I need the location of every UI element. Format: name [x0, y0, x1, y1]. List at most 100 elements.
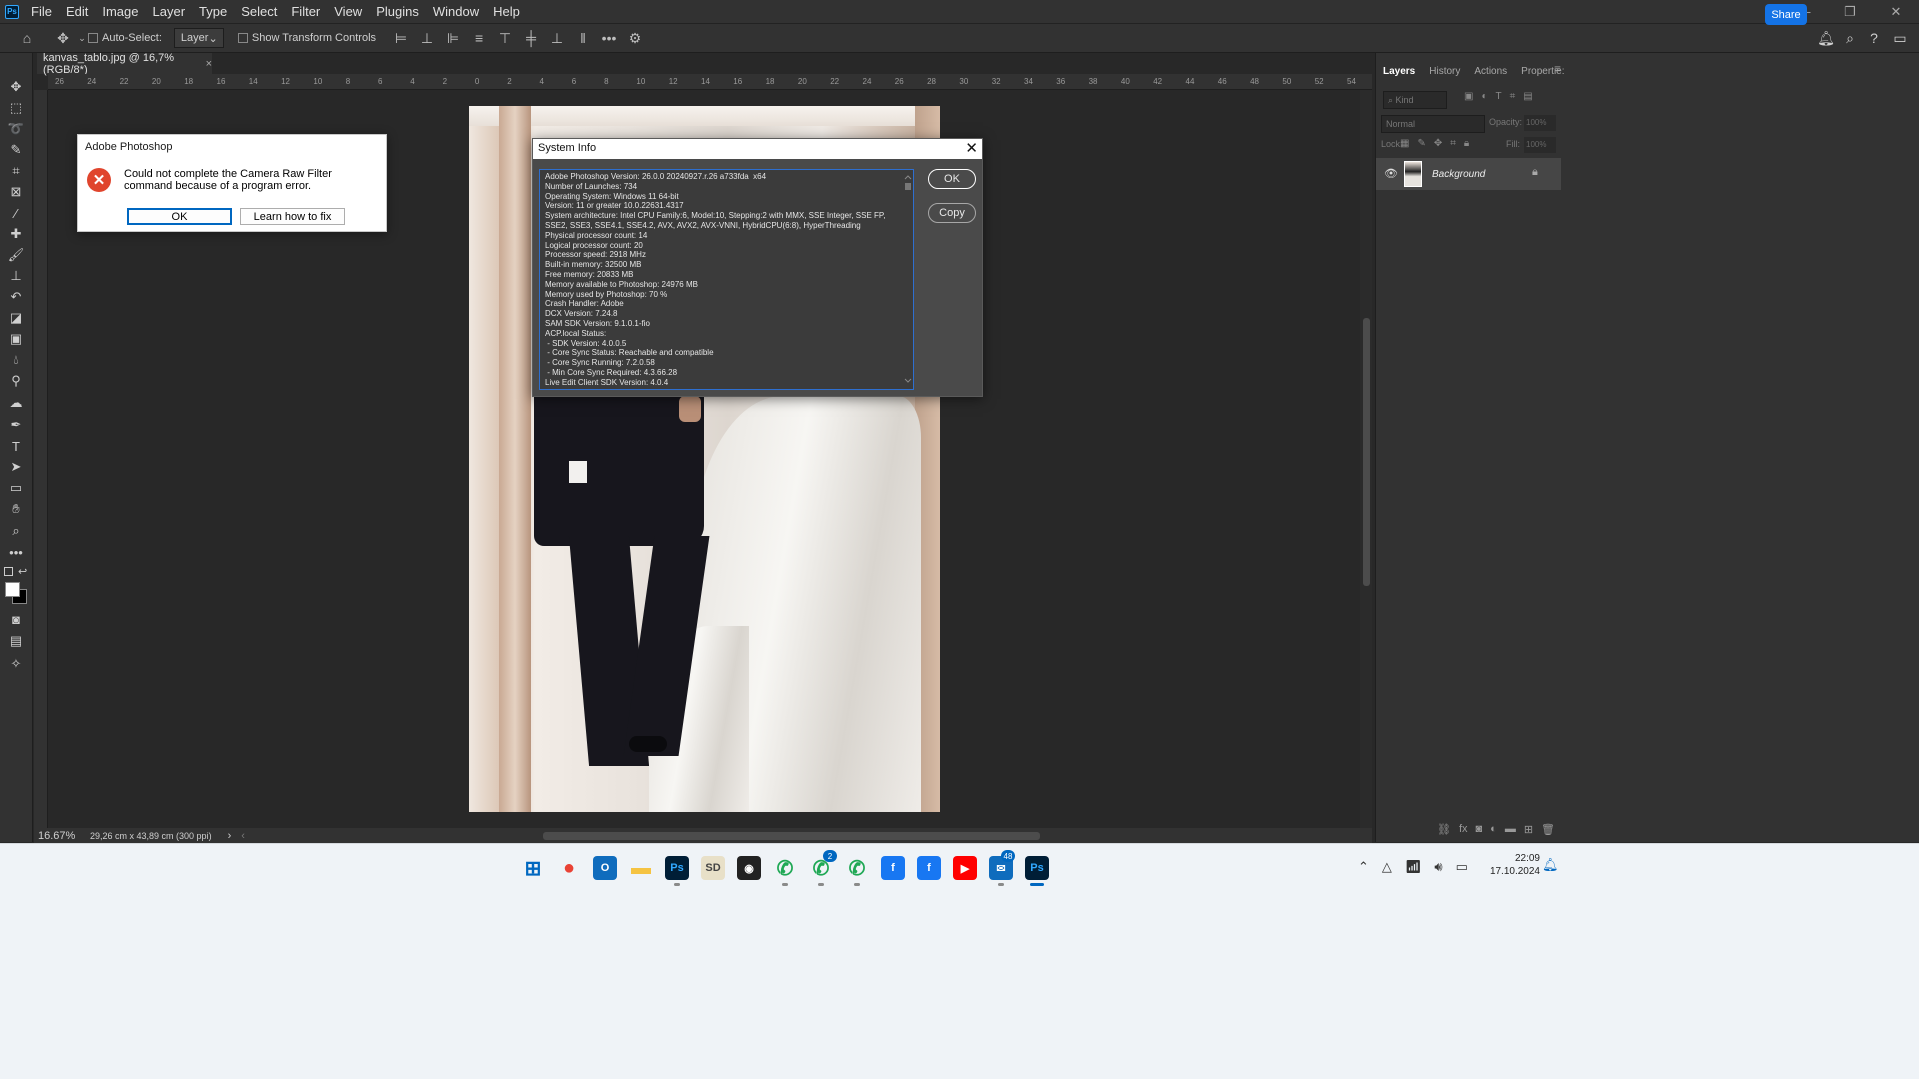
menu-filter[interactable]: Filter: [284, 0, 327, 23]
layer-row-background[interactable]: 👁︎ Background 🔒︎: [1376, 158, 1561, 190]
taskbar-davinci-icon[interactable]: ◉: [737, 856, 761, 880]
more-tools-icon[interactable]: •••: [5, 542, 27, 562]
horizontal-scroll-thumb[interactable]: [543, 832, 1040, 840]
history-brush-icon[interactable]: ↶: [5, 287, 27, 307]
menu-edit[interactable]: Edit: [59, 0, 95, 23]
tab-actions[interactable]: Actions: [1467, 62, 1514, 82]
menu-plugins[interactable]: Plugins: [369, 0, 426, 23]
healing-brush-icon[interactable]: ✚: [5, 224, 27, 244]
align-top-icon[interactable]: ⊤: [492, 26, 518, 50]
folder-icon[interactable]: ▬: [1505, 823, 1516, 841]
show-transform-checkbox[interactable]: Show Transform Controls: [237, 32, 376, 44]
menu-window[interactable]: Window: [426, 0, 486, 23]
taskbar-youtube-icon[interactable]: ▶: [953, 856, 977, 880]
layer-filter-icons[interactable]: ▣◐T⌗▤: [1464, 91, 1541, 102]
marquee-tool-icon[interactable]: ⬚: [5, 98, 27, 118]
menu-view[interactable]: View: [327, 0, 369, 23]
chevron-up-icon[interactable]: ⌃: [1358, 859, 1369, 875]
zoom-level[interactable]: 16.67%: [38, 830, 88, 842]
blur-tool-icon[interactable]: 💧︎: [5, 350, 27, 370]
align-middle-icon[interactable]: ╪: [518, 26, 544, 50]
vertical-scroll-thumb[interactable]: [1363, 318, 1370, 586]
distribute-vertical-icon[interactable]: ‖: [570, 26, 596, 50]
menu-layer[interactable]: Layer: [146, 0, 193, 23]
restore-icon[interactable]: ❐: [1827, 0, 1873, 23]
taskbar-facebook-2-icon[interactable]: f: [917, 856, 941, 880]
drive-icon[interactable]: △: [1382, 859, 1392, 875]
menu-file[interactable]: File: [24, 0, 59, 23]
notification-bell-icon[interactable]: 🔔︎: [1542, 857, 1559, 873]
gradient-tool-icon[interactable]: ▣: [5, 329, 27, 349]
gear-icon[interactable]: ⚙: [622, 26, 648, 50]
layer-filter-dropdown[interactable]: ⌕ Kind: [1383, 91, 1447, 109]
path-select-icon[interactable]: ➤: [5, 457, 27, 477]
system-info-ok-button[interactable]: OK: [928, 169, 976, 189]
generative-icon[interactable]: ✧: [5, 654, 27, 674]
close-icon[interactable]: ✕: [965, 139, 978, 157]
stamp-tool-icon[interactable]: ⊥: [5, 266, 27, 286]
taskbar-photoshop-icon[interactable]: Ps: [665, 856, 689, 880]
swap-colors-icon[interactable]: ↩: [18, 565, 27, 578]
copy-button[interactable]: Copy: [928, 203, 976, 223]
taskbar-chrome-icon[interactable]: ●: [557, 856, 581, 880]
help-icon[interactable]: ?: [1863, 27, 1885, 49]
fx-icon[interactable]: fx: [1459, 823, 1468, 841]
panel-menu-icon[interactable]: ≡: [1555, 64, 1561, 75]
blend-mode-dropdown[interactable]: Normal: [1381, 115, 1485, 133]
close-icon[interactable]: ×: [206, 58, 212, 70]
move-tool-icon[interactable]: ✥: [5, 77, 27, 97]
lock-icon[interactable]: 🔒︎: [1532, 166, 1538, 179]
align-left-icon[interactable]: ⊨: [388, 26, 414, 50]
search-icon[interactable]: ⌕: [1839, 27, 1861, 49]
default-colors-icon[interactable]: [4, 567, 13, 576]
eraser-tool-icon[interactable]: ◪: [5, 308, 27, 328]
more-options-icon[interactable]: •••: [596, 26, 622, 50]
bell-icon[interactable]: 🔔︎: [1815, 27, 1837, 49]
error-ok-button[interactable]: OK: [127, 208, 232, 225]
workspace-icon[interactable]: ▭: [1889, 27, 1911, 49]
fill-field[interactable]: 100%: [1524, 137, 1556, 153]
align-right-icon[interactable]: ⊫: [440, 26, 466, 50]
trash-icon[interactable]: 🗑︎: [1541, 823, 1555, 841]
eye-icon[interactable]: 👁︎: [1384, 167, 1398, 180]
quick-select-tool-icon[interactable]: ✎: [5, 140, 27, 160]
zoom-tool-icon[interactable]: ⌕: [5, 521, 27, 541]
eyedropper-tool-icon[interactable]: ⁄: [5, 203, 27, 223]
brush-tool-icon[interactable]: 🖌︎: [5, 245, 27, 265]
taskbar-whatsapp-3-icon[interactable]: ✆: [845, 856, 869, 880]
link-icon[interactable]: ⛓: [1437, 823, 1451, 841]
quick-mask-icon[interactable]: ◙: [5, 609, 27, 629]
wifi-icon[interactable]: 📶︎: [1405, 859, 1422, 875]
speaker-icon[interactable]: 🔊︎: [1434, 859, 1442, 875]
document-tab[interactable]: kanvas_tablo.jpg @ 16,7% (RGB/8*) ×: [37, 52, 212, 76]
taskbar-file-explorer-icon[interactable]: ▬: [629, 856, 653, 880]
move-tool-icon[interactable]: ✥: [50, 26, 76, 50]
taskbar-whatsapp-1-icon[interactable]: ✆: [773, 856, 797, 880]
align-bottom-icon[interactable]: ⊥: [544, 26, 570, 50]
chevron-right-icon[interactable]: ›: [228, 830, 232, 842]
tab-layers[interactable]: Layers: [1376, 62, 1422, 82]
screen-mode-icon[interactable]: ▤: [5, 631, 27, 651]
chevron-left-icon[interactable]: ‹: [241, 830, 245, 842]
mask-icon[interactable]: ◙: [1476, 823, 1483, 841]
auto-select-dropdown[interactable]: Layer ⌄: [173, 28, 224, 48]
hand-tool-icon[interactable]: ✋︎: [5, 499, 27, 519]
distribute-icon[interactable]: ≡: [466, 26, 492, 50]
menu-select[interactable]: Select: [234, 0, 284, 23]
taskbar-app-sd-icon[interactable]: SD: [701, 856, 725, 880]
pen-tool-icon[interactable]: ✒: [5, 415, 27, 435]
menu-image[interactable]: Image: [95, 0, 145, 23]
learn-how-to-fix-button[interactable]: Learn how to fix: [240, 208, 345, 225]
share-button[interactable]: Share: [1765, 4, 1807, 25]
lasso-tool-icon[interactable]: ➰: [5, 119, 27, 139]
system-info-scrollbar[interactable]: [903, 172, 913, 388]
new-layer-icon[interactable]: ⊞: [1524, 823, 1533, 841]
battery-icon[interactable]: ▭: [1456, 859, 1468, 875]
close-window-icon[interactable]: ✕: [1873, 0, 1919, 23]
chevron-down-icon[interactable]: ⌄: [76, 26, 88, 50]
tab-history[interactable]: History: [1422, 62, 1467, 82]
frame-tool-icon[interactable]: ⊠: [5, 182, 27, 202]
vertical-scrollbar[interactable]: [1360, 90, 1372, 828]
taskbar-facebook-1-icon[interactable]: f: [881, 856, 905, 880]
home-icon[interactable]: ⌂: [14, 26, 40, 50]
